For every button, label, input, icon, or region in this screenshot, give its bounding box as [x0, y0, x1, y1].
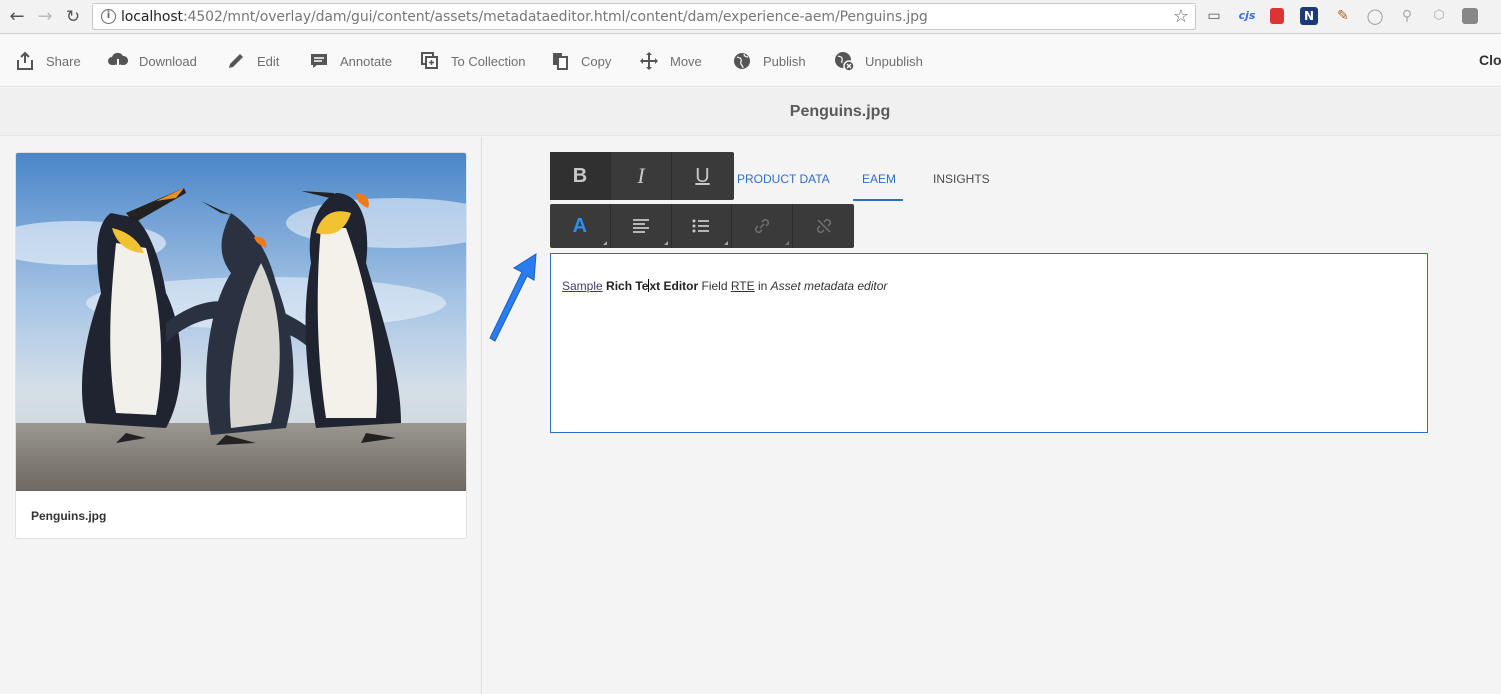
copy-label: Copy	[581, 53, 612, 69]
tab-insights[interactable]: INSIGHTS	[933, 170, 990, 186]
title-bar: Penguins.jpg	[0, 88, 1501, 136]
url-path: :4502/mnt/overlay/dam/gui/content/assets…	[182, 9, 928, 25]
asset-card-title: Penguins.jpg	[31, 509, 107, 523]
copy-button[interactable]: Copy	[549, 49, 611, 73]
bold-icon: B	[572, 164, 588, 187]
forward-icon[interactable]: →	[34, 6, 56, 28]
download-label: Download	[139, 53, 197, 69]
underline-button[interactable]: U	[672, 152, 733, 200]
move-icon	[638, 50, 660, 72]
share-icon	[14, 50, 36, 72]
editor-plain-field: Field	[698, 279, 731, 293]
editor-content: Sample Rich Text Editor Field RTE in Ass…	[562, 279, 887, 293]
rich-text-editor[interactable]: Sample Rich Text Editor Field RTE in Ass…	[550, 253, 1428, 433]
asset-thumbnail	[16, 153, 466, 491]
to-collection-button[interactable]: To Collection	[419, 49, 525, 73]
angular-icon[interactable]: ⬡	[1430, 7, 1448, 25]
copy-icon	[549, 50, 571, 72]
browser-bar: ← → ↻ i localhost:4502/mnt/overlay/dam/g…	[0, 0, 1501, 34]
text-color-button[interactable]: A	[550, 204, 611, 248]
editor-link-sample[interactable]: Sample	[562, 279, 603, 293]
pencil-icon	[225, 50, 247, 72]
pen-icon[interactable]: ✎	[1334, 7, 1352, 25]
unpublish-label: Unpublish	[865, 53, 923, 69]
editor-plain-in: in	[754, 279, 771, 293]
pointer-arrow-icon	[489, 253, 537, 342]
tab-active-indicator	[853, 199, 903, 201]
move-label: Move	[670, 53, 702, 69]
collection-add-icon	[419, 50, 441, 72]
url-host: localhost	[121, 9, 183, 25]
edit-label: Edit	[257, 53, 280, 69]
bookmark-star-icon[interactable]: ☆	[1173, 6, 1189, 27]
penguins-image	[16, 153, 466, 491]
rte-toolbar-paragraph: A	[550, 204, 854, 248]
publish-button[interactable]: Publish	[731, 49, 806, 73]
share-button[interactable]: Share	[14, 49, 81, 73]
text-color-icon: A	[572, 214, 588, 237]
reload-icon[interactable]: ↻	[62, 6, 84, 28]
bookmark-red-icon[interactable]	[1270, 8, 1284, 24]
link-button[interactable]	[732, 204, 794, 248]
rte-toolbar-format: B I U	[550, 152, 734, 200]
cast-icon[interactable]: ▭	[1205, 7, 1223, 25]
editor-bold-text-b: xt Editor	[649, 279, 699, 293]
editor-bold-text-a: Rich Te	[606, 279, 649, 293]
to-collection-label: To Collection	[451, 53, 526, 69]
globe-icon	[731, 50, 753, 72]
editor-underlined-rte: RTE	[730, 279, 755, 293]
link-icon	[755, 218, 770, 234]
back-icon[interactable]: ←	[6, 6, 28, 28]
bold-button[interactable]: B	[550, 152, 611, 200]
publish-label: Publish	[763, 53, 806, 69]
annotate-label: Annotate	[340, 53, 393, 69]
search-icon[interactable]: ⚲	[1398, 7, 1416, 25]
share-label: Share	[46, 53, 81, 69]
ext-icon[interactable]	[1462, 8, 1478, 24]
action-bar: Share Download Edit Annotate To Collecti…	[0, 35, 1501, 87]
unlink-icon	[816, 218, 831, 234]
annotate-icon	[308, 50, 330, 72]
globe-remove-icon	[833, 50, 855, 72]
italic-icon: I	[637, 163, 645, 188]
align-left-icon	[632, 219, 649, 233]
justify-button[interactable]	[611, 204, 672, 248]
left-rail: Penguins.jpg	[0, 137, 482, 694]
italic-button[interactable]: I	[611, 152, 672, 200]
move-button[interactable]: Move	[638, 49, 702, 73]
tab-product-data[interactable]: PRODUCT DATA	[737, 170, 830, 186]
download-button[interactable]: Download	[107, 49, 197, 73]
editor-italic-text: Asset metadata editor	[770, 279, 888, 293]
cjs-extension[interactable]: cjs	[1236, 7, 1258, 25]
n-icon[interactable]: N	[1300, 7, 1318, 25]
list-button[interactable]	[672, 204, 733, 248]
annotate-button[interactable]: Annotate	[308, 49, 392, 73]
page-title: Penguins.jpg	[789, 103, 891, 120]
bullet-list-icon	[692, 219, 710, 233]
tab-eaem[interactable]: EAEM	[862, 170, 896, 186]
asset-card[interactable]: Penguins.jpg	[15, 152, 467, 539]
edit-button[interactable]: Edit	[225, 49, 279, 73]
circle-icon[interactable]: ◯	[1366, 7, 1384, 25]
unpublish-button[interactable]: Unpublish	[833, 49, 923, 73]
download-cloud-icon	[107, 50, 129, 72]
url-text: localhost:4502/mnt/overlay/dam/gui/conte…	[121, 9, 928, 25]
close-button[interactable]: Clo	[1479, 52, 1501, 68]
underline-icon: U	[695, 164, 710, 187]
address-bar[interactable]: i localhost:4502/mnt/overlay/dam/gui/con…	[92, 3, 1196, 30]
info-icon[interactable]: i	[101, 9, 116, 24]
unlink-button[interactable]	[793, 204, 854, 248]
